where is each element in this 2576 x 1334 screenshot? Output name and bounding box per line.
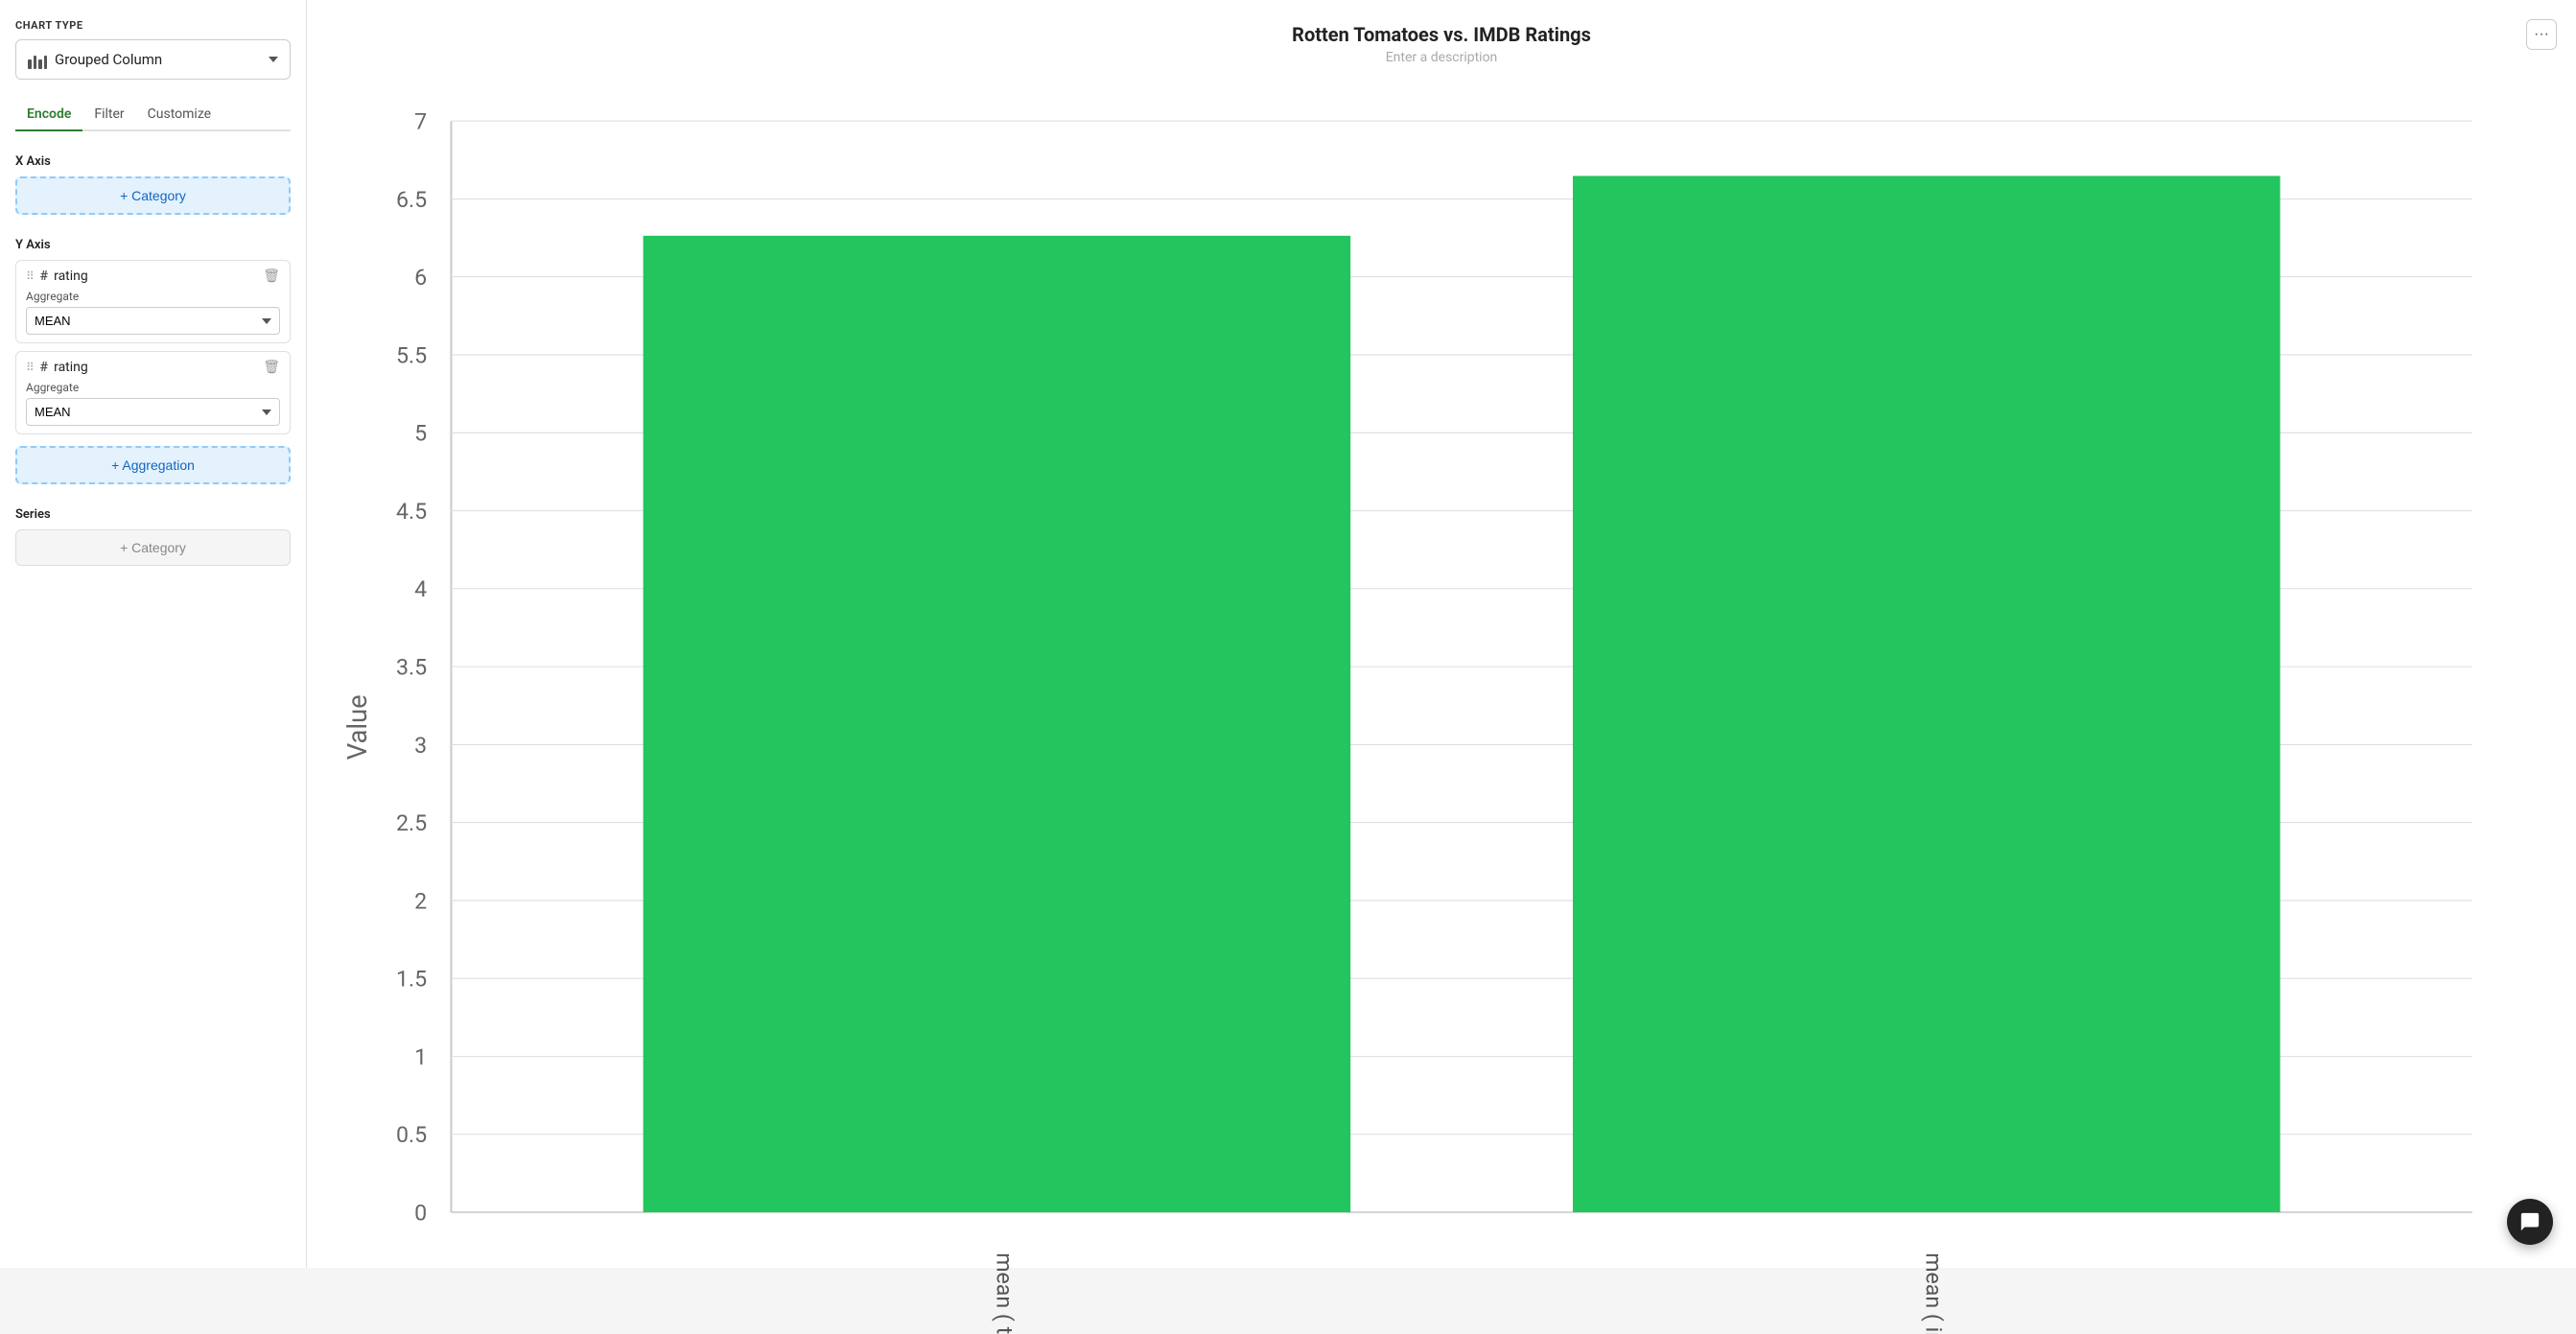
hash-icon-1: # [40,269,48,284]
encode-tabs: Encode Filter Customize [15,99,291,131]
more-options-button[interactable]: ··· [2526,19,2557,50]
x-axis-add-category-button[interactable]: + Category [15,176,291,215]
svg-text:4: 4 [414,576,427,602]
y-axis-section: Y Axis ⠿ # rating 🗑 Aggregate MEAN SUM C… [15,238,291,484]
svg-text:0: 0 [414,1200,427,1226]
y-axis-title: Value [342,694,373,760]
chart-container: Value 0 0.5 1 1.5 2 2.5 3 3.5 [330,81,2553,1334]
x-axis-section: X Axis + Category [15,154,291,215]
aggregate-label-2: Aggregate [26,381,280,394]
grouped-column-icon [28,50,47,69]
aggregate-select-1[interactable]: MEAN SUM COUNT MIN MAX [26,307,280,335]
right-panel: ··· Rotten Tomatoes vs. IMDB Ratings Ent… [307,0,2576,1268]
field-name-1: rating [54,269,88,284]
chat-button[interactable] [2507,1199,2553,1245]
chart-type-section: CHART TYPE Grouped Column [15,19,291,80]
svg-text:0.5: 0.5 [396,1122,427,1148]
tab-filter[interactable]: Filter [82,99,135,131]
svg-text:1.5: 1.5 [396,967,427,993]
bar-1 [644,236,1351,1212]
bar-chart: Value 0 0.5 1 1.5 2 2.5 3 3.5 [330,81,2553,1334]
svg-text:4.5: 4.5 [396,499,427,525]
svg-text:2.5: 2.5 [396,810,427,836]
tab-customize[interactable]: Customize [136,99,222,131]
y-axis-label: Y Axis [15,238,291,252]
delete-field-2-button[interactable]: 🗑 [263,360,280,375]
x-axis-label: X Axis [15,154,291,169]
chat-icon [2519,1211,2541,1232]
tab-encode[interactable]: Encode [15,99,82,131]
y-axis-field-1: ⠿ # rating 🗑 Aggregate MEAN SUM COUNT MI… [15,260,291,343]
chart-header: Rotten Tomatoes vs. IMDB Ratings Enter a… [330,23,2553,65]
series-section: Series + Category [15,507,291,566]
chart-title: Rotten Tomatoes vs. IMDB Ratings [330,23,2553,46]
hash-icon-2: # [40,360,48,375]
drag-handle-2[interactable]: ⠿ [26,361,35,374]
series-label: Series [15,507,291,522]
svg-text:6.5: 6.5 [396,187,427,213]
field-name-2: rating [54,360,88,375]
chart-type-selected: Grouped Column [55,51,162,68]
svg-text:5: 5 [414,421,427,447]
aggregate-select-2[interactable]: MEAN SUM COUNT MIN MAX [26,398,280,426]
chevron-down-icon [269,57,278,62]
svg-text:2: 2 [414,888,427,914]
svg-text:3.5: 3.5 [396,655,427,681]
delete-field-1-button[interactable]: 🗑 [263,269,280,284]
svg-text:7: 7 [414,109,427,135]
x-label-2: mean ( imdb rating ) [1921,1252,1947,1333]
x-label-1: mean ( tomatoes critic rating ) [991,1252,1017,1333]
svg-text:1: 1 [414,1044,427,1070]
series-add-category-button[interactable]: + Category [15,529,291,566]
svg-text:6: 6 [414,265,427,291]
bar-2 [1573,176,2281,1212]
y-axis-field-2: ⠿ # rating 🗑 Aggregate MEAN SUM COUNT MI… [15,351,291,434]
svg-text:5.5: 5.5 [396,342,427,368]
left-panel: CHART TYPE Grouped Column Encode Filter … [0,0,307,1268]
chart-type-selector[interactable]: Grouped Column [15,39,291,80]
chart-description: Enter a description [330,50,2553,65]
aggregate-label-1: Aggregate [26,290,280,303]
svg-text:3: 3 [414,733,427,759]
chart-type-label: CHART TYPE [15,19,291,32]
add-aggregation-button[interactable]: + Aggregation [15,446,291,484]
drag-handle-1[interactable]: ⠿ [26,269,35,283]
